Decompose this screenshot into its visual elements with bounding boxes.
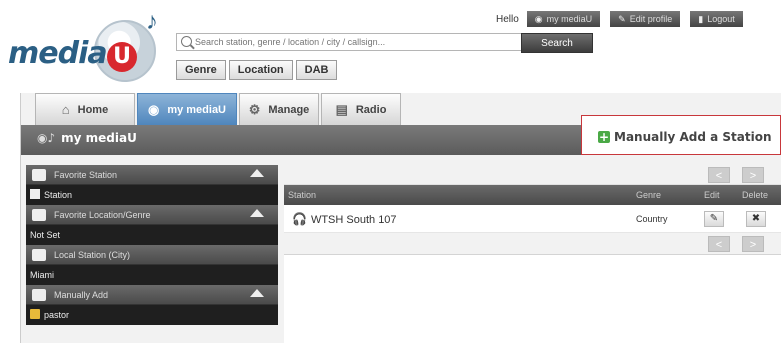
manually-add-station-button[interactable]: + Manually Add a Station bbox=[581, 115, 781, 155]
sidebar-item-not-set: Not Set bbox=[26, 225, 278, 245]
column-genre: Genre bbox=[636, 190, 662, 200]
tab-my-mediau[interactable]: ◉ my mediaU bbox=[137, 93, 237, 125]
radio-icon: ▤ bbox=[335, 101, 348, 117]
delete-button[interactable]: ✖ bbox=[746, 211, 766, 227]
hello-text: Hello bbox=[496, 13, 519, 25]
edit-button[interactable]: ✎ bbox=[704, 211, 724, 227]
dab-button[interactable]: DAB bbox=[295, 60, 338, 80]
table-row: 🎧 WTSH South 107 Country ✎ ✖ bbox=[284, 205, 781, 233]
mediau-icon: ◉ bbox=[147, 101, 160, 117]
pager-top: < > bbox=[284, 165, 781, 185]
tab-manage[interactable]: ⚙ Manage bbox=[239, 93, 319, 125]
chevron-up-icon[interactable] bbox=[250, 169, 264, 177]
column-delete: Delete bbox=[742, 190, 769, 200]
mediau-icon: ◉♪ bbox=[37, 131, 56, 145]
genre-cell: Country bbox=[636, 214, 668, 224]
plus-icon: + bbox=[598, 130, 610, 144]
logo-text: media bbox=[8, 36, 108, 71]
prev-page-button[interactable]: < bbox=[708, 167, 730, 183]
location-button[interactable]: Location bbox=[228, 60, 293, 80]
favorite-station-header[interactable]: Favorite Station bbox=[26, 165, 278, 185]
search-icon bbox=[181, 36, 192, 47]
station-table: < > Station Genre Edit Delete 🎧 WTSH Sout… bbox=[284, 165, 781, 343]
column-edit: Edit bbox=[704, 190, 720, 200]
manage-icon: ⚙ bbox=[248, 101, 261, 117]
table-header: Station Genre Edit Delete bbox=[284, 185, 781, 205]
subnav: Genre Location DAB bbox=[176, 60, 340, 80]
user-icon bbox=[32, 289, 46, 301]
manually-add-header[interactable]: Manually Add bbox=[26, 285, 278, 305]
next-page-button[interactable]: > bbox=[742, 236, 764, 252]
favorite-location-header[interactable]: Favorite Location/Genre bbox=[26, 205, 278, 225]
mediau-logo[interactable]: media U ♪ bbox=[6, 6, 171, 84]
tab-home[interactable]: ⌂ Home bbox=[35, 93, 135, 125]
edit-profile-button[interactable]: ✎ Edit profile bbox=[610, 11, 681, 27]
manually-add-label-wrap: + Manually Add a Station bbox=[598, 130, 772, 144]
sidebar-item-miami[interactable]: Miami bbox=[26, 265, 278, 285]
logout-button[interactable]: ▮ Logout bbox=[690, 11, 743, 27]
tab-bar: ⌂ Home ◉ my mediaU ⚙ Manage ▤ Radio bbox=[35, 93, 403, 125]
close-icon: ✖ bbox=[751, 213, 761, 224]
section-title: ◉♪ my mediaU bbox=[37, 131, 137, 145]
local-station-icon bbox=[32, 249, 46, 261]
genre-button[interactable]: Genre bbox=[176, 60, 226, 80]
my-mediau-button[interactable]: ◉ my mediaU bbox=[526, 11, 601, 27]
mediau-icon: ◉ bbox=[534, 14, 543, 24]
top-account-bar: Hello ◉ my mediaU ✎ Edit profile ▮ Logout bbox=[496, 10, 753, 28]
station-icon bbox=[30, 189, 40, 199]
pager-bottom: < > bbox=[284, 233, 781, 255]
home-icon: ⌂ bbox=[61, 102, 70, 117]
chevron-up-icon[interactable] bbox=[250, 289, 264, 297]
next-page-button[interactable]: > bbox=[742, 167, 764, 183]
sidebar-item-pastor[interactable]: pastor bbox=[26, 305, 278, 325]
search-field[interactable] bbox=[176, 33, 536, 51]
search-button[interactable]: Search bbox=[521, 33, 593, 53]
location-icon bbox=[32, 209, 46, 221]
tab-radio[interactable]: ▤ Radio bbox=[321, 93, 401, 125]
sidebar-item-station[interactable]: Station bbox=[26, 185, 278, 205]
headphones-icon: 🎧 bbox=[292, 212, 307, 226]
station-cell[interactable]: 🎧 WTSH South 107 bbox=[292, 212, 397, 226]
search-input[interactable] bbox=[195, 35, 533, 49]
prev-page-button[interactable]: < bbox=[708, 236, 730, 252]
heart-icon bbox=[32, 169, 46, 181]
pencil-icon: ✎ bbox=[709, 213, 719, 224]
local-station-header[interactable]: Local Station (City) bbox=[26, 245, 278, 265]
folder-icon bbox=[30, 309, 40, 319]
music-note-icon: ♪ bbox=[146, 8, 158, 35]
chevron-up-icon[interactable] bbox=[250, 209, 264, 217]
logout-icon: ▮ bbox=[698, 14, 704, 24]
sidebar: Favorite Station Station Favorite Locati… bbox=[26, 165, 278, 343]
column-station: Station bbox=[288, 190, 317, 200]
pencil-icon: ✎ bbox=[618, 14, 626, 24]
logo-letter: U bbox=[107, 42, 137, 72]
header: media U ♪ Hello ◉ my mediaU ✎ Edit profile… bbox=[0, 0, 781, 92]
